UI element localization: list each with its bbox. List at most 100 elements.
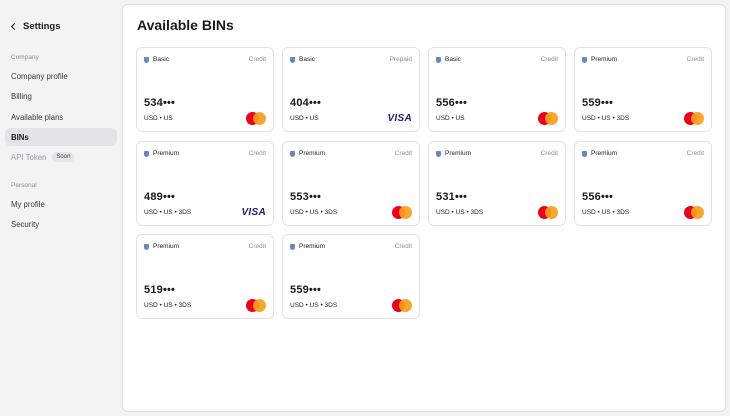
mastercard-orange-circle xyxy=(545,112,558,125)
card-type-label: Credit xyxy=(394,243,412,250)
bin-card[interactable]: Premium Credit 489••• USD • US • 3DS VISA xyxy=(136,141,274,226)
shield-icon xyxy=(290,150,295,157)
sidebar-item-label: BINs xyxy=(11,132,29,142)
tier-label: Premium xyxy=(290,150,325,157)
card-type-label: Credit xyxy=(540,56,558,63)
shield-icon xyxy=(144,150,149,157)
sidebar: Settings Company Company profile Billing… xyxy=(0,0,122,416)
tier-text: Premium xyxy=(153,243,180,250)
bin-number: 519••• xyxy=(144,284,176,296)
sidebar-item-bins[interactable]: BINs xyxy=(5,128,117,146)
tier-label: Basic xyxy=(436,56,461,63)
bin-meta: USD • US xyxy=(436,115,465,122)
sidebar-item-label: My profile xyxy=(11,199,45,209)
shield-icon xyxy=(290,243,295,250)
bin-number: 553••• xyxy=(290,191,322,203)
sidebar-item-label: API Token xyxy=(11,152,47,162)
tier-text: Premium xyxy=(299,243,326,250)
main-panel: Available BINs Basic Credit 534••• USD • US… xyxy=(122,4,726,412)
shield-icon xyxy=(144,56,149,63)
bin-meta: USD • US • 3DS xyxy=(436,209,484,216)
mastercard-logo-icon xyxy=(684,112,704,125)
shield-icon xyxy=(582,150,587,157)
tier-text: Premium xyxy=(591,150,618,157)
sidebar-item-security[interactable]: Security xyxy=(5,215,117,233)
mastercard-logo-icon xyxy=(246,112,266,125)
tier-label: Premium xyxy=(582,150,617,157)
mastercard-orange-circle xyxy=(399,206,412,219)
bin-meta: USD • US • 3DS xyxy=(582,209,630,216)
tier-label: Premium xyxy=(144,243,179,250)
mastercard-orange-circle xyxy=(691,206,704,219)
mastercard-orange-circle xyxy=(545,206,558,219)
mastercard-orange-circle xyxy=(253,112,266,125)
card-type-label: Credit xyxy=(394,150,412,157)
tier-text: Basic xyxy=(153,56,169,63)
back-label: Settings xyxy=(23,20,61,32)
sidebar-item-label: Available plans xyxy=(11,112,64,122)
shield-icon xyxy=(144,243,149,250)
bin-card[interactable]: Basic Credit 556••• USD • US xyxy=(428,47,566,132)
shield-icon xyxy=(436,56,441,63)
mastercard-orange-circle xyxy=(691,112,704,125)
sidebar-item-label: Company profile xyxy=(11,71,68,81)
mastercard-logo-icon xyxy=(538,206,558,219)
bin-meta: USD • US • 3DS xyxy=(582,115,630,122)
bin-number: 556••• xyxy=(436,97,468,109)
sidebar-item-api-token: API Token Soon xyxy=(5,148,117,166)
bin-card[interactable]: Premium Credit 519••• USD • US • 3DS xyxy=(136,234,274,319)
tier-label: Basic xyxy=(144,56,169,63)
tier-label: Basic xyxy=(290,56,315,63)
mastercard-orange-circle xyxy=(253,299,266,312)
bin-card[interactable]: Premium Credit 559••• USD • US • 3DS xyxy=(574,47,712,132)
mastercard-logo-icon xyxy=(246,299,266,312)
sidebar-item-label: Security xyxy=(11,219,40,229)
bin-meta: USD • US xyxy=(144,115,173,122)
mastercard-logo-icon xyxy=(538,112,558,125)
shield-icon xyxy=(436,150,441,157)
bin-meta: USD • US • 3DS xyxy=(144,209,192,216)
bin-number: 556••• xyxy=(582,191,614,203)
card-type-label: Credit xyxy=(248,56,266,63)
bin-number: 534••• xyxy=(144,97,176,109)
soon-badge: Soon xyxy=(52,152,75,162)
tier-label: Premium xyxy=(582,56,617,63)
bin-meta: USD • US • 3DS xyxy=(290,302,338,309)
tier-label: Premium xyxy=(144,150,179,157)
chevron-left-icon xyxy=(10,22,19,30)
bin-number: 531••• xyxy=(436,191,468,203)
tier-text: Premium xyxy=(153,150,180,157)
tier-label: Premium xyxy=(436,150,471,157)
shield-icon xyxy=(290,56,295,63)
bin-number: 559••• xyxy=(290,284,322,296)
shield-icon xyxy=(582,56,587,63)
tier-label: Premium xyxy=(290,243,325,250)
card-type-label: Credit xyxy=(248,150,266,157)
bin-number: 559••• xyxy=(582,97,614,109)
tier-text: Premium xyxy=(299,150,326,157)
bin-card[interactable]: Basic Prepaid 404••• USD • US VISA xyxy=(282,47,420,132)
sidebar-item-company-profile[interactable]: Company profile xyxy=(5,67,117,85)
mastercard-logo-icon xyxy=(684,206,704,219)
bin-card[interactable]: Premium Credit 531••• USD • US • 3DS xyxy=(428,141,566,226)
bin-number: 404••• xyxy=(290,97,322,109)
mastercard-logo-icon xyxy=(392,206,412,219)
bin-card[interactable]: Premium Credit 556••• USD • US • 3DS xyxy=(574,141,712,226)
sidebar-item-label: Billing xyxy=(11,91,32,101)
tier-text: Basic xyxy=(445,56,461,63)
bin-number: 489••• xyxy=(144,191,176,203)
sidebar-item-available-plans[interactable]: Available plans xyxy=(5,108,117,126)
page-title: Available BINs xyxy=(137,17,234,33)
bin-meta: USD • US • 3DS xyxy=(290,209,338,216)
tier-text: Premium xyxy=(445,150,472,157)
mastercard-orange-circle xyxy=(399,299,412,312)
back-to-settings-button[interactable]: Settings xyxy=(10,19,60,33)
card-type-label: Credit xyxy=(540,150,558,157)
bin-card[interactable]: Premium Credit 553••• USD • US • 3DS xyxy=(282,141,420,226)
bin-card[interactable]: Premium Credit 559••• USD • US • 3DS xyxy=(282,234,420,319)
visa-logo-icon: VISA xyxy=(241,207,266,218)
sidebar-item-billing[interactable]: Billing xyxy=(5,87,117,105)
bin-meta: USD • US xyxy=(290,115,319,122)
bin-card[interactable]: Basic Credit 534••• USD • US xyxy=(136,47,274,132)
sidebar-item-my-profile[interactable]: My profile xyxy=(5,195,117,213)
